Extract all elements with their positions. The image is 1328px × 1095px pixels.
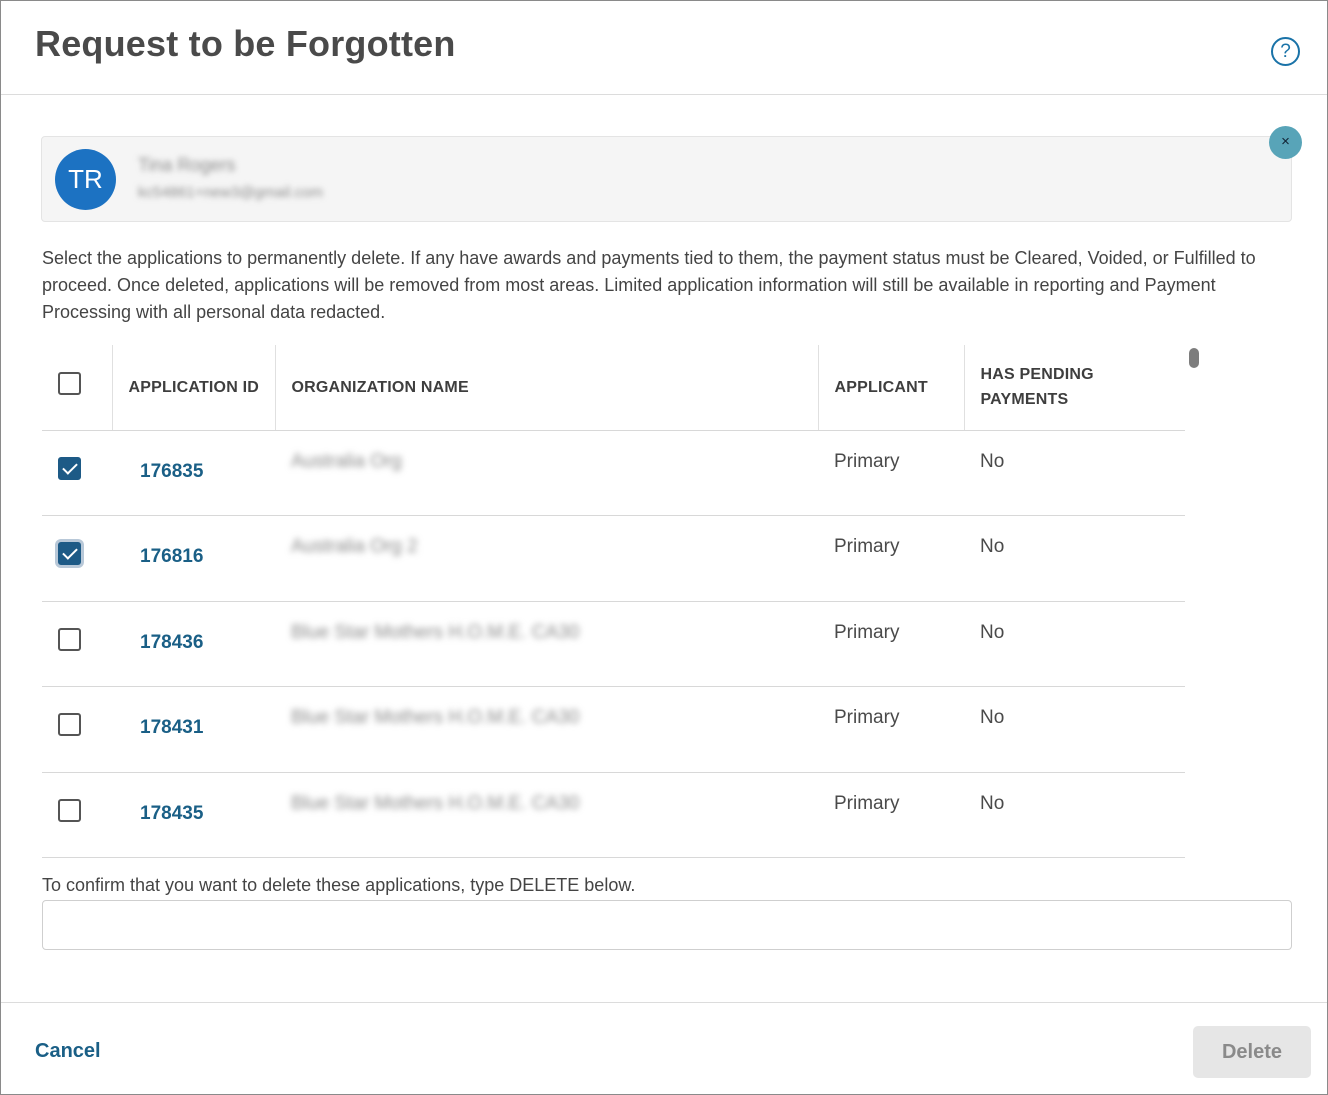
instructions-text: Select the applications to permanently d… xyxy=(42,248,1256,322)
table-row: 178431 Blue Star Mothers H.O.M.E. CA30 P… xyxy=(42,686,1185,773)
application-id-link[interactable]: 176816 xyxy=(140,546,203,568)
table-row: 176816 Australia Org 2 Primary No xyxy=(42,515,1185,602)
pending-payments-cell: No xyxy=(964,430,1185,516)
applications-table: Application ID Organization Name Applica… xyxy=(42,345,1185,858)
organization-name: Blue Star Mothers H.O.M.E. CA30 xyxy=(291,621,580,643)
organization-name: Blue Star Mothers H.O.M.E. CA30 xyxy=(291,707,580,728)
pending-payments-cell: No xyxy=(964,686,1185,773)
column-header-application-id: Application ID xyxy=(111,345,275,431)
column-header-organization-name: Organization Name xyxy=(274,345,818,431)
row-checkbox[interactable] xyxy=(58,713,81,736)
organization-name: Australia Org 2 xyxy=(291,536,418,557)
organization-name: Blue Star Mothers H.O.M.E. CA30 xyxy=(291,792,580,814)
pending-payments-cell: No xyxy=(964,515,1185,602)
modal-header: Request to be Forgotten ? xyxy=(1,1,1327,95)
confirm-delete-input[interactable] xyxy=(42,900,1292,950)
request-forgotten-modal: Request to be Forgotten ? TR Tina Rogers… xyxy=(0,0,1328,1095)
avatar: TR xyxy=(55,149,116,210)
application-id-link[interactable]: 178435 xyxy=(140,803,203,825)
application-id-link[interactable]: 178436 xyxy=(140,632,203,654)
applicant-cell: Primary xyxy=(818,515,964,602)
modal-footer: Cancel Delete xyxy=(1,1002,1327,1094)
applicant-cell: Primary xyxy=(818,601,964,687)
user-email: kc54861+new3@gmail.com xyxy=(138,184,323,201)
table-scrollbar[interactable] xyxy=(1189,348,1199,368)
organization-name: Australia Org xyxy=(291,450,402,472)
pending-payments-cell: No xyxy=(964,601,1185,687)
table-row: 178436 Blue Star Mothers H.O.M.E. CA30 P… xyxy=(42,601,1185,687)
page-title: Request to be Forgotten xyxy=(35,23,456,64)
table-row: 178435 Blue Star Mothers H.O.M.E. CA30 P… xyxy=(42,772,1185,858)
confirm-label: To confirm that you want to delete these… xyxy=(42,875,636,895)
user-card: TR Tina Rogers kc54861+new3@gmail.com xyxy=(41,136,1292,222)
application-id-link[interactable]: 176835 xyxy=(140,461,203,483)
column-header-applicant: Applicant xyxy=(817,345,964,431)
application-id-link[interactable]: 178431 xyxy=(140,717,203,739)
help-circle-icon[interactable]: ? xyxy=(1271,37,1300,66)
applicant-cell: Primary xyxy=(818,430,964,516)
pending-payments-cell: No xyxy=(964,772,1185,858)
delete-button[interactable]: Delete xyxy=(1193,1026,1311,1078)
row-checkbox[interactable] xyxy=(58,798,81,822)
cancel-button[interactable]: Cancel xyxy=(35,1040,101,1063)
row-checkbox[interactable] xyxy=(58,456,81,480)
user-name: Tina Rogers xyxy=(138,155,236,175)
table-row: 176835 Australia Org Primary No xyxy=(42,430,1185,516)
select-all-cell xyxy=(42,345,112,431)
row-checkbox[interactable] xyxy=(58,542,81,565)
table-header-row: Application ID Organization Name Applica… xyxy=(42,345,1185,431)
close-icon[interactable]: × xyxy=(1269,126,1302,159)
column-header-has-pending-payments: Has Pending Payments xyxy=(963,345,1185,431)
row-checkbox[interactable] xyxy=(58,627,81,651)
applicant-cell: Primary xyxy=(818,772,964,858)
applicant-cell: Primary xyxy=(818,686,964,773)
select-all-checkbox[interactable] xyxy=(58,371,81,395)
